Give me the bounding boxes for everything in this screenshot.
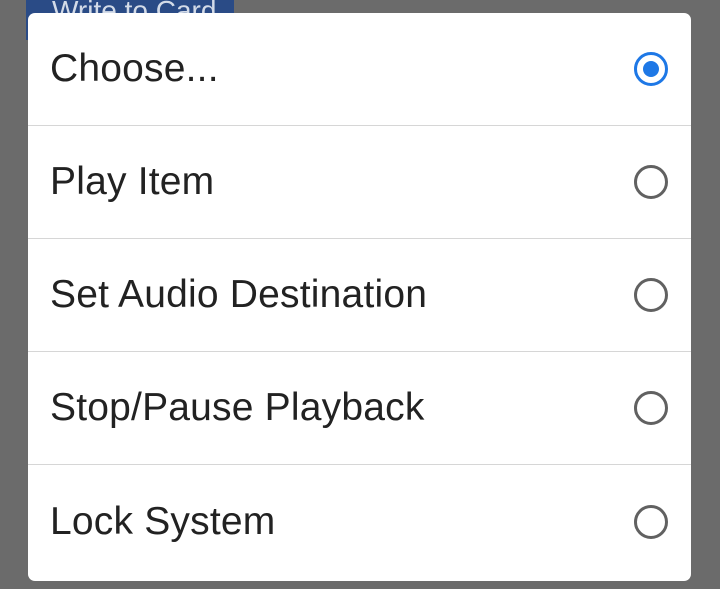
radio-unchecked-icon[interactable] bbox=[634, 391, 668, 425]
option-play-item[interactable]: Play Item bbox=[28, 126, 691, 239]
radio-dot-icon bbox=[643, 61, 659, 77]
radio-unchecked-icon[interactable] bbox=[634, 278, 668, 312]
radio-unchecked-icon[interactable] bbox=[634, 165, 668, 199]
option-lock-system[interactable]: Lock System bbox=[28, 465, 691, 578]
option-stop-pause-playback[interactable]: Stop/Pause Playback bbox=[28, 352, 691, 465]
option-label: Lock System bbox=[50, 499, 276, 543]
action-choice-dialog: Choose... Play Item Set Audio Destinatio… bbox=[28, 13, 691, 581]
option-label: Choose... bbox=[50, 47, 219, 90]
option-label: Stop/Pause Playback bbox=[50, 386, 425, 429]
option-label: Set Audio Destination bbox=[50, 273, 428, 316]
option-choose[interactable]: Choose... bbox=[28, 13, 691, 126]
radio-checked-icon[interactable] bbox=[634, 52, 668, 86]
option-set-audio-destination[interactable]: Set Audio Destination bbox=[28, 239, 691, 352]
radio-unchecked-icon[interactable] bbox=[634, 504, 668, 539]
option-label: Play Item bbox=[50, 160, 215, 203]
